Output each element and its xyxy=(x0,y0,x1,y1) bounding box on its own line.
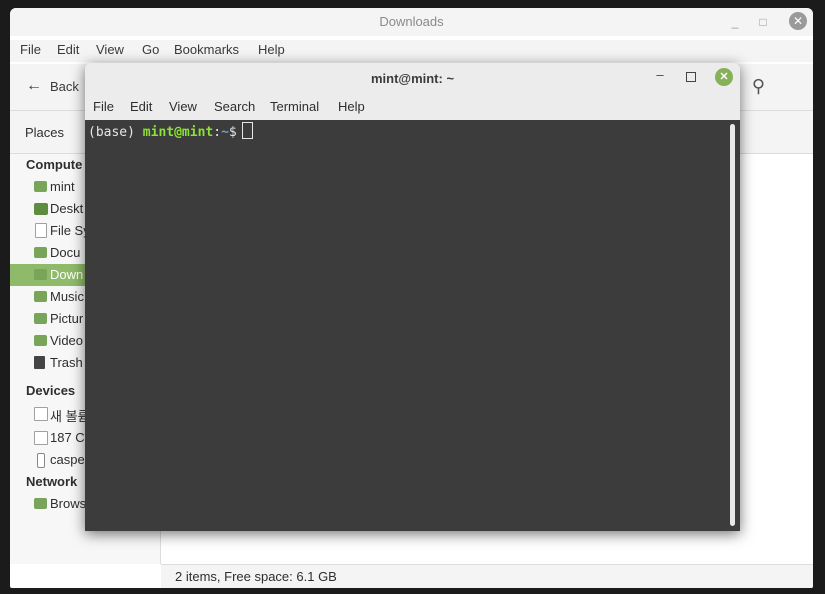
terminal-window: mint@mint: ~ – ✕ File Edit View Search T… xyxy=(85,63,740,531)
drive-icon xyxy=(34,407,48,421)
sidebar-item-label: Docu xyxy=(50,245,81,260)
fm-menu-help[interactable]: Help xyxy=(258,42,285,57)
trash-icon xyxy=(34,356,45,369)
sidebar-item-label: 새 볼륨 xyxy=(50,409,90,424)
music-folder-icon xyxy=(34,291,47,302)
fm-menu-file[interactable]: File xyxy=(20,42,41,57)
term-menu-terminal[interactable]: Terminal xyxy=(270,99,319,114)
term-menu-search[interactable]: Search xyxy=(214,99,255,114)
drive-icon xyxy=(34,431,48,445)
sidebar-header-devices: Devices xyxy=(26,383,76,398)
home-folder-icon xyxy=(34,181,47,192)
term-menu-edit[interactable]: Edit xyxy=(130,99,152,114)
fm-titlebar[interactable]: Downloads _ □ ✕ xyxy=(10,8,813,36)
term-menu-help[interactable]: Help xyxy=(338,99,365,114)
documents-folder-icon xyxy=(34,247,47,258)
fm-menubar: File Edit View Go Bookmarks Help xyxy=(10,40,813,62)
sidebar-header-computer: Compute xyxy=(26,157,83,172)
maximize-icon[interactable]: □ xyxy=(753,12,773,32)
sidebar-item-label: Down xyxy=(50,267,84,282)
fm-menu-bookmarks[interactable]: Bookmarks xyxy=(174,42,239,57)
sidebar-item-label: mint xyxy=(50,179,75,194)
close-icon[interactable]: ✕ xyxy=(715,68,733,86)
terminal-prompt-line: (base) mint@mint:~$ xyxy=(88,122,253,140)
prompt-userhost: mint@mint xyxy=(142,125,214,140)
minimize-icon[interactable]: – xyxy=(652,67,668,85)
term-menu-file[interactable]: File xyxy=(93,99,114,114)
search-icon[interactable]: ⚲ xyxy=(752,76,765,97)
sidebar-item-label: Trash xyxy=(50,355,83,370)
prompt-path: ~ xyxy=(221,125,229,140)
fm-window-title: Downloads xyxy=(379,14,444,29)
back-button[interactable]: Back xyxy=(50,79,79,94)
terminal-scrollbar[interactable] xyxy=(730,124,735,526)
pictures-folder-icon xyxy=(34,313,47,324)
sidebar-item-label: Deskt xyxy=(50,201,84,216)
close-icon[interactable]: ✕ xyxy=(789,12,807,30)
drive-icon xyxy=(35,223,47,238)
minimize-icon[interactable]: _ xyxy=(725,12,745,32)
downloads-folder-icon xyxy=(34,269,47,280)
fm-menu-go[interactable]: Go xyxy=(142,42,159,57)
places-label[interactable]: Places xyxy=(25,125,64,140)
usb-drive-icon xyxy=(37,453,45,468)
term-menu-view[interactable]: View xyxy=(169,99,197,114)
maximize-icon[interactable] xyxy=(686,72,696,82)
desktop-icon xyxy=(34,203,48,215)
terminal-output[interactable]: (base) mint@mint:~$ xyxy=(85,120,740,531)
sidebar-item-label: File Sy xyxy=(50,223,90,238)
prompt-symbol: $ xyxy=(228,125,237,140)
sidebar-item-label: Video xyxy=(50,333,84,348)
videos-folder-icon xyxy=(34,335,47,346)
fm-menu-edit[interactable]: Edit xyxy=(57,42,79,57)
prompt-separator: : xyxy=(213,125,222,140)
text-cursor xyxy=(241,122,253,139)
sidebar-item-label: caspe xyxy=(50,452,85,467)
sidebar-header-network: Network xyxy=(26,474,78,489)
prompt-env: (base) xyxy=(88,125,143,140)
back-arrow-icon[interactable]: ← xyxy=(26,77,42,95)
sidebar-item-label: Brows xyxy=(50,496,87,511)
status-text: 2 items, Free space: 6.1 GB xyxy=(175,569,337,584)
status-bar: 2 items, Free space: 6.1 GB xyxy=(161,564,813,588)
fm-menu-view[interactable]: View xyxy=(96,42,124,57)
network-folder-icon xyxy=(34,498,47,509)
sidebar-item-label: Pictur xyxy=(50,311,84,326)
sidebar-item-label: 187 C xyxy=(50,430,85,445)
sidebar-item-label: Music xyxy=(50,289,84,304)
terminal-title[interactable]: mint@mint: ~ xyxy=(85,71,740,86)
